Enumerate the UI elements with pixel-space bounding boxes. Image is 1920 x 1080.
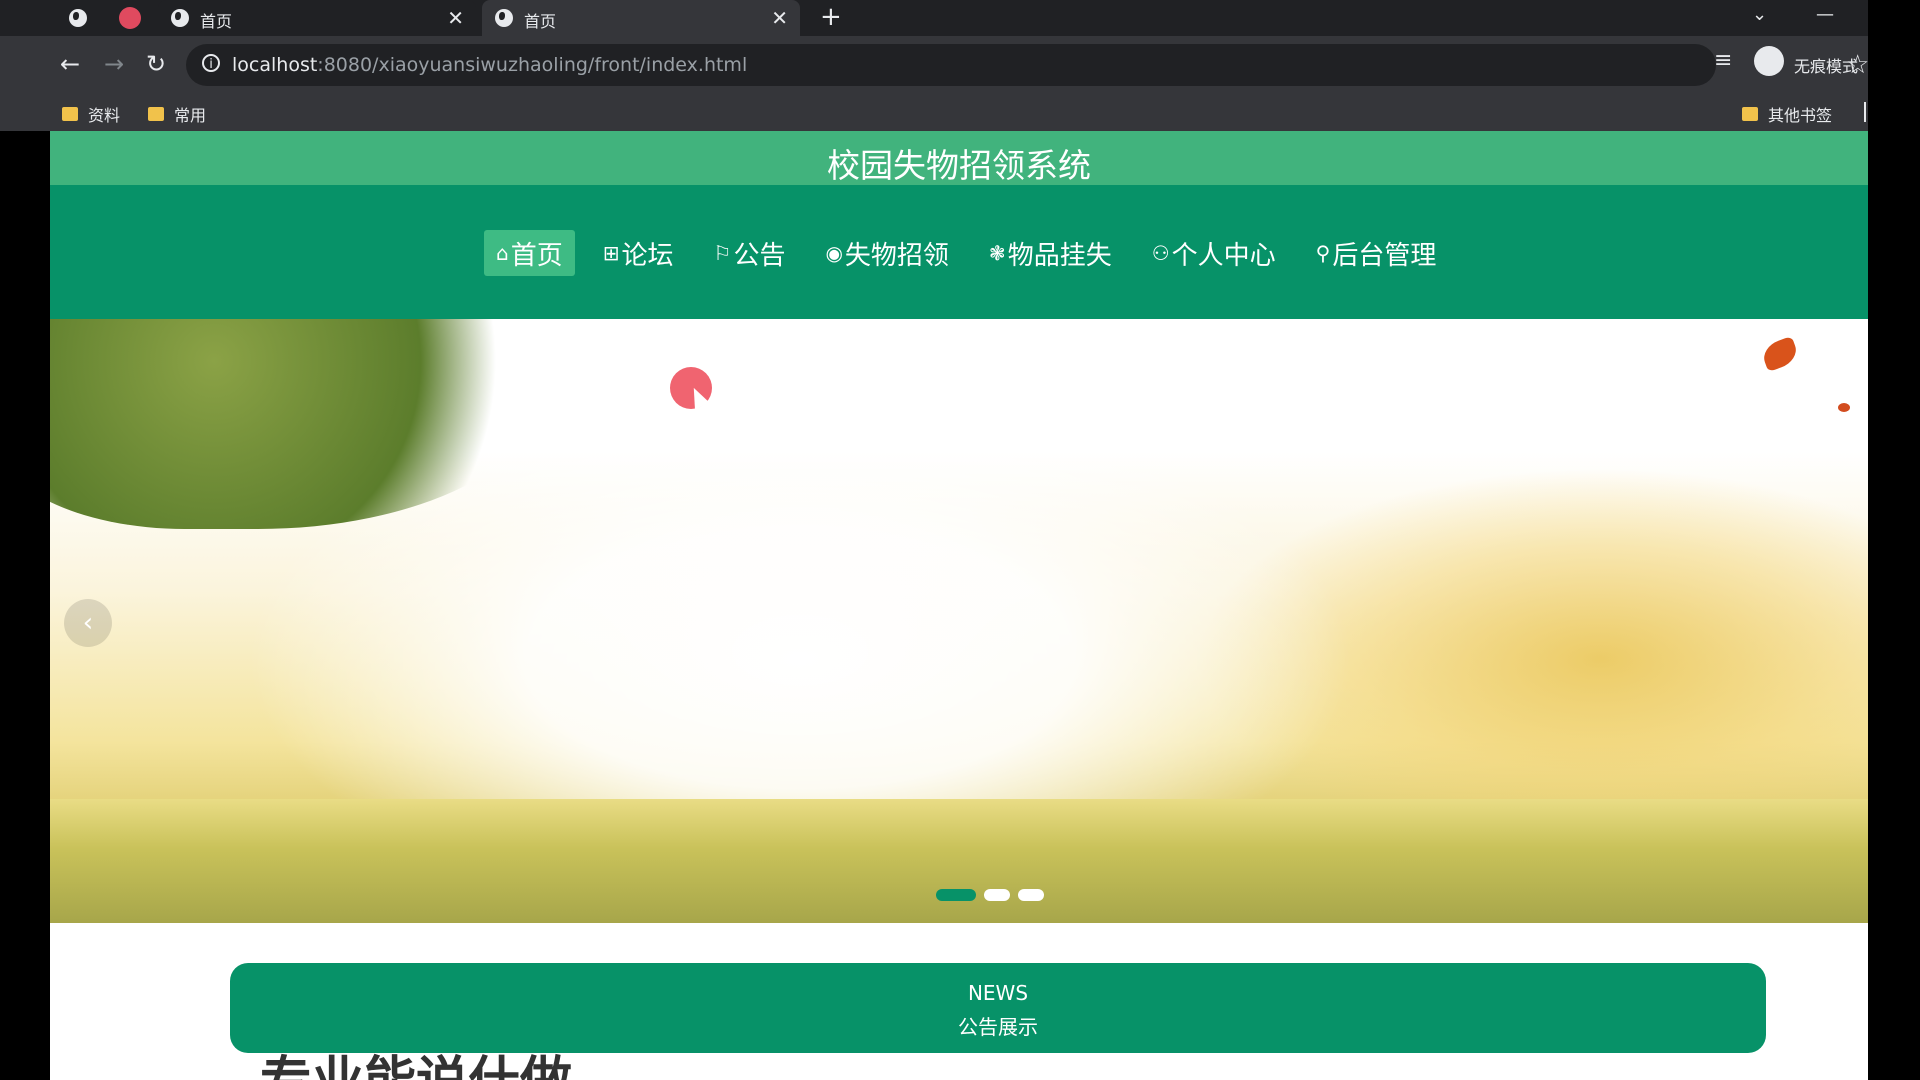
- toolbar: ← → ↻ i localhost:8080/xiaoyuansiwuzhaol…: [0, 36, 1869, 94]
- pinned-tab-app-icon[interactable]: [118, 6, 142, 30]
- nav-items: ⌂ 首页 ⊞ 论坛 ⚐ 公告 ◉ 失物招领 ❃ 物品挂失 ⚇ 个人中心 ⚲ 后台…: [484, 230, 1464, 276]
- pinned-tab-globe-icon[interactable]: [66, 6, 90, 30]
- nav-item-personal-center[interactable]: ⚇ 个人中心: [1140, 230, 1288, 276]
- nav-item-admin[interactable]: ⚲ 后台管理: [1304, 230, 1449, 276]
- banner-grass: [50, 799, 1868, 923]
- nav-item-home[interactable]: ⌂ 首页: [484, 230, 575, 276]
- bookmark-folder-1[interactable]: 资料: [62, 102, 120, 126]
- forward-arrow-icon[interactable]: →: [96, 46, 132, 82]
- nav-label: 首页: [510, 240, 563, 271]
- carousel-dot[interactable]: [936, 889, 976, 901]
- webpage: 校园失物招领系统 ⌂ 首页 ⊞ 论坛 ⚐ 公告 ◉ 失物招领 ❃ 物品挂失 ⚇ …: [50, 131, 1868, 1080]
- site-title-bar: 校园失物招领系统: [50, 131, 1868, 185]
- close-icon[interactable]: ✕: [771, 6, 788, 30]
- nav-item-report-lost[interactable]: ❃ 物品挂失: [977, 230, 1124, 276]
- tab-title: 首页: [524, 12, 557, 31]
- incognito-label[interactable]: 无痕模式: [1794, 53, 1858, 77]
- right-margin: [1868, 0, 1920, 1080]
- news-label-en: NEWS: [967, 981, 1029, 1005]
- browser-chrome: 首页 ✕ 首页 ✕ + ⌄ — ← → ↻ i localhost:8080/x…: [0, 0, 1869, 131]
- address-bar[interactable]: i localhost:8080/xiaoyuansiwuzhaoling/fr…: [186, 44, 1869, 86]
- carousel-banner[interactable]: ‹: [50, 319, 1868, 923]
- reload-icon[interactable]: ↻: [138, 46, 174, 82]
- nav-label: 失物招领: [844, 240, 949, 271]
- main-nav: ⌂ 首页 ⊞ 论坛 ⚐ 公告 ◉ 失物招领 ❃ 物品挂失 ⚇ 个人中心 ⚲ 后台…: [50, 185, 1868, 319]
- falling-leaf-icon: [1759, 335, 1801, 373]
- nav-item-notice[interactable]: ⚐ 公告: [702, 230, 798, 276]
- link-icon: ⚲: [1315, 241, 1331, 265]
- tab-search-chevron-icon[interactable]: ⌄: [1752, 4, 1767, 25]
- partial-heading: 专业能说什做: [260, 1039, 572, 1080]
- carousel-dot[interactable]: [984, 889, 1010, 901]
- tab-home-2[interactable]: 首页 ✕: [482, 0, 800, 36]
- left-margin: [0, 131, 50, 1080]
- url-text[interactable]: localhost:8080/xiaoyuansiwuzhaoling/fron…: [232, 54, 747, 76]
- tab-home-1[interactable]: 首页 ✕: [158, 0, 476, 36]
- grid-icon: ⊞: [602, 241, 620, 265]
- flower-icon: ❃: [988, 241, 1006, 265]
- globe-icon: [168, 6, 192, 30]
- minimize-icon[interactable]: —: [1816, 4, 1834, 25]
- news-label-cn: 公告展示: [958, 1015, 1038, 1039]
- globe-icon: [492, 6, 516, 30]
- folder-icon: [1742, 107, 1758, 121]
- site-title: 校园失物招领系统: [827, 146, 1091, 185]
- nav-label: 论坛: [621, 240, 674, 271]
- flag-icon: ⚐: [713, 241, 732, 265]
- reading-list-icon[interactable]: ≡: [1714, 48, 1732, 73]
- bookmark-separator: [1864, 102, 1866, 122]
- carousel-indicators: [936, 889, 1044, 901]
- nav-label: 物品挂失: [1007, 240, 1112, 271]
- folder-icon: [62, 107, 78, 121]
- folder-icon: [148, 107, 164, 121]
- user-icon: ⚇: [1151, 241, 1170, 265]
- falling-leaf-icon: [1838, 403, 1850, 412]
- nav-label: 后台管理: [1332, 240, 1437, 271]
- bookmark-folder-2[interactable]: 常用: [148, 102, 206, 126]
- home-icon: ⌂: [496, 241, 509, 265]
- other-bookmarks[interactable]: 其他书签: [1742, 102, 1832, 126]
- incognito-icon[interactable]: [1754, 46, 1784, 76]
- nav-label: 个人中心: [1171, 240, 1276, 271]
- carousel-dot[interactable]: [1018, 889, 1044, 901]
- close-icon[interactable]: ✕: [447, 6, 464, 30]
- back-arrow-icon[interactable]: ←: [52, 46, 88, 82]
- new-tab-button[interactable]: +: [820, 2, 842, 32]
- chevron-left-icon: ‹: [82, 608, 94, 638]
- bookmarks-bar: 资料 常用 其他书签: [0, 94, 1868, 131]
- nav-item-forum[interactable]: ⊞ 论坛: [591, 230, 686, 276]
- tab-strip: 首页 ✕ 首页 ✕ + ⌄ —: [0, 0, 1868, 36]
- nav-item-lost-found[interactable]: ◉ 失物招领: [813, 230, 960, 276]
- site-info-icon[interactable]: i: [202, 54, 220, 72]
- nav-label: 公告: [733, 240, 786, 271]
- carousel-prev-button[interactable]: ‹: [64, 599, 112, 647]
- tab-title: 首页: [200, 12, 233, 31]
- globe-icon: ◉: [825, 241, 843, 265]
